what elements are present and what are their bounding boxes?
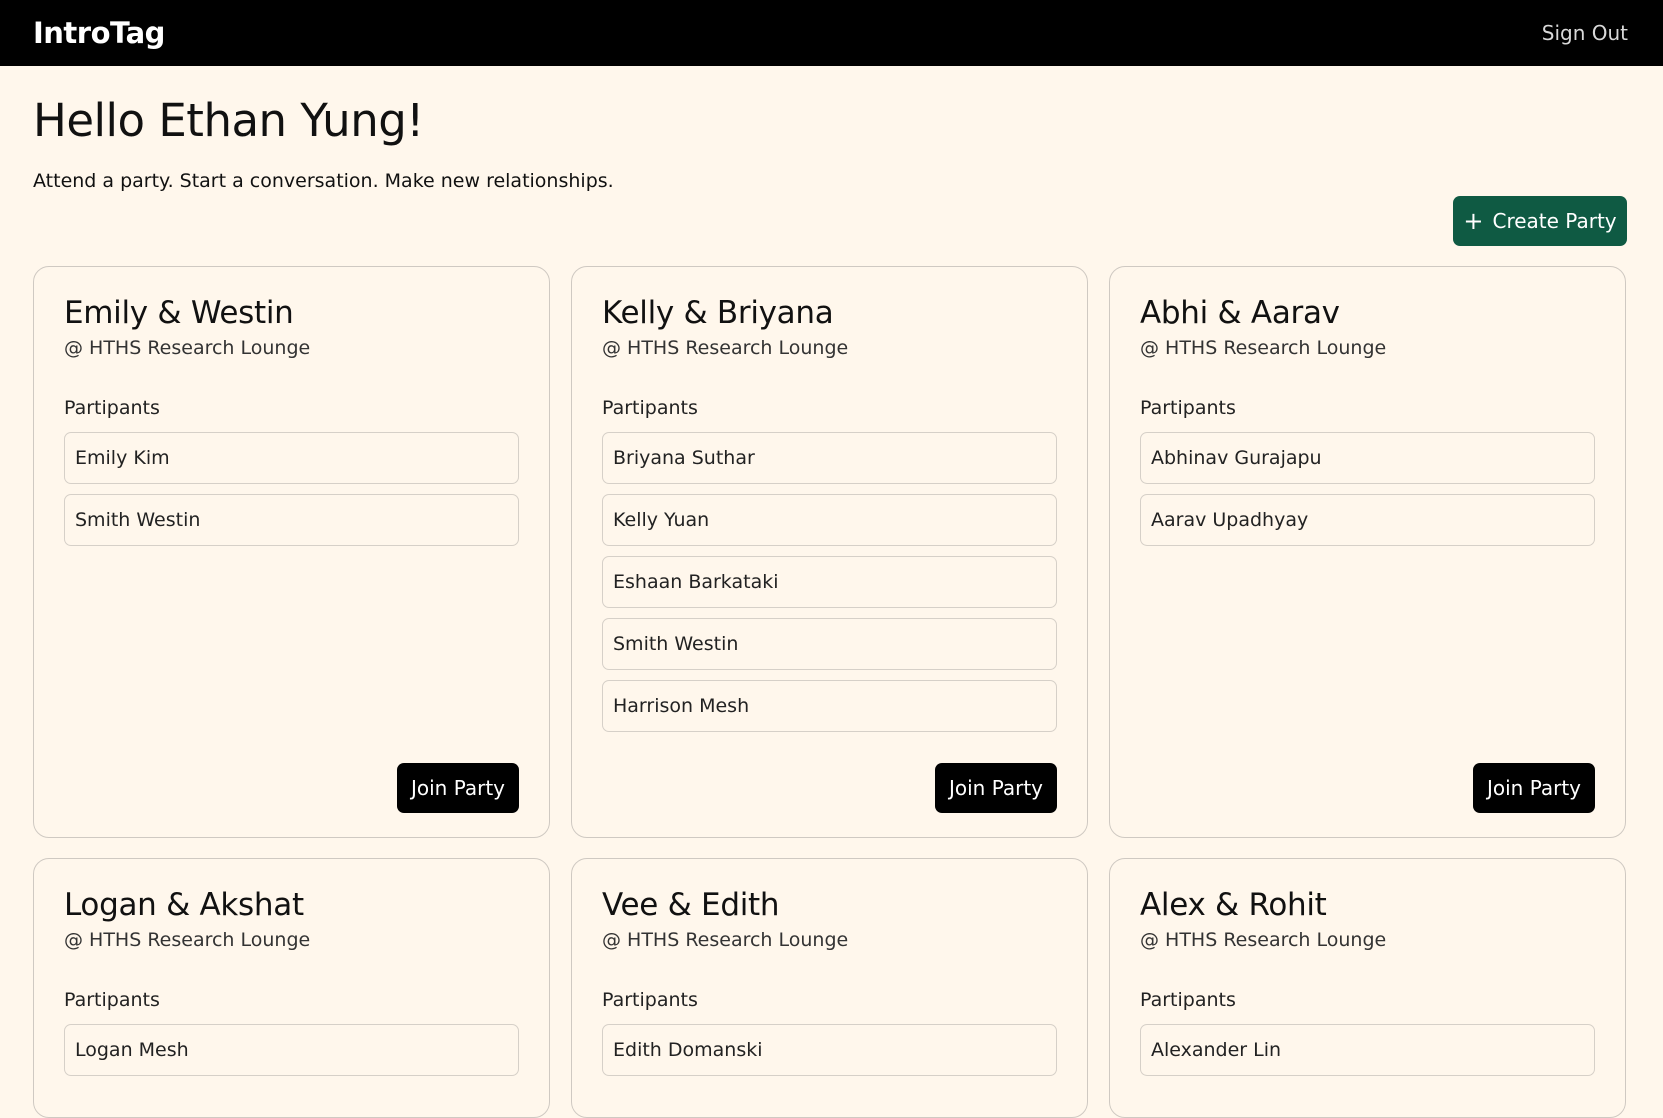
participants-label: Partipants bbox=[64, 397, 160, 419]
party-title: Emily & Westin bbox=[64, 295, 294, 331]
party-card: Kelly & Briyana @ HTHS Research Lounge P… bbox=[571, 266, 1088, 838]
app-logo[interactable]: IntroTag bbox=[33, 16, 165, 50]
participant-item: Smith Westin bbox=[602, 618, 1057, 670]
participant-item: Kelly Yuan bbox=[602, 494, 1057, 546]
participants-list: Emily Kim Smith Westin bbox=[64, 432, 519, 556]
party-card: Abhi & Aarav @ HTHS Research Lounge Part… bbox=[1109, 266, 1626, 838]
party-title: Logan & Akshat bbox=[64, 887, 304, 923]
participants-list: Logan Mesh bbox=[64, 1024, 519, 1086]
party-location: @ HTHS Research Lounge bbox=[64, 337, 311, 359]
join-party-button[interactable]: Join Party bbox=[935, 763, 1057, 813]
participant-item: Smith Westin bbox=[64, 494, 519, 546]
participants-label: Partipants bbox=[602, 397, 698, 419]
party-location: @ HTHS Research Lounge bbox=[1140, 337, 1387, 359]
party-card: Emily & Westin @ HTHS Research Lounge Pa… bbox=[33, 266, 550, 838]
page-tagline: Attend a party. Start a conversation. Ma… bbox=[33, 170, 614, 192]
party-location: @ HTHS Research Lounge bbox=[1140, 929, 1387, 951]
top-navbar: IntroTag Sign Out bbox=[0, 0, 1663, 66]
participants-label: Partipants bbox=[64, 989, 160, 1011]
create-party-label: Create Party bbox=[1492, 209, 1617, 233]
participant-item: Emily Kim bbox=[64, 432, 519, 484]
join-party-button[interactable]: Join Party bbox=[397, 763, 519, 813]
participant-item: Eshaan Barkataki bbox=[602, 556, 1057, 608]
party-title: Alex & Rohit bbox=[1140, 887, 1327, 923]
party-location: @ HTHS Research Lounge bbox=[602, 929, 849, 951]
participant-item: Alexander Lin bbox=[1140, 1024, 1595, 1076]
participants-list: Abhinav Gurajapu Aarav Upadhyay bbox=[1140, 432, 1595, 556]
create-party-button[interactable]: + Create Party bbox=[1453, 196, 1627, 246]
participants-label: Partipants bbox=[1140, 397, 1236, 419]
participant-item: Aarav Upadhyay bbox=[1140, 494, 1595, 546]
party-title: Kelly & Briyana bbox=[602, 295, 834, 331]
party-title: Vee & Edith bbox=[602, 887, 780, 923]
participant-item: Logan Mesh bbox=[64, 1024, 519, 1076]
sign-out-link[interactable]: Sign Out bbox=[1542, 21, 1628, 45]
party-title: Abhi & Aarav bbox=[1140, 295, 1340, 331]
participants-list: Edith Domanski bbox=[602, 1024, 1057, 1086]
party-location: @ HTHS Research Lounge bbox=[602, 337, 849, 359]
participant-item: Edith Domanski bbox=[602, 1024, 1057, 1076]
participants-label: Partipants bbox=[1140, 989, 1236, 1011]
plus-icon: + bbox=[1463, 207, 1484, 235]
participants-label: Partipants bbox=[602, 989, 698, 1011]
participants-list: Briyana Suthar Kelly Yuan Eshaan Barkata… bbox=[602, 432, 1057, 742]
join-party-button[interactable]: Join Party bbox=[1473, 763, 1595, 813]
participants-list: Alexander Lin bbox=[1140, 1024, 1595, 1086]
party-card: Vee & Edith @ HTHS Research Lounge Parti… bbox=[571, 858, 1088, 1118]
participant-item: Harrison Mesh bbox=[602, 680, 1057, 732]
party-card: Logan & Akshat @ HTHS Research Lounge Pa… bbox=[33, 858, 550, 1118]
party-location: @ HTHS Research Lounge bbox=[64, 929, 311, 951]
participant-item: Abhinav Gurajapu bbox=[1140, 432, 1595, 484]
page-title: Hello Ethan Yung! bbox=[33, 94, 424, 147]
party-card: Alex & Rohit @ HTHS Research Lounge Part… bbox=[1109, 858, 1626, 1118]
participant-item: Briyana Suthar bbox=[602, 432, 1057, 484]
